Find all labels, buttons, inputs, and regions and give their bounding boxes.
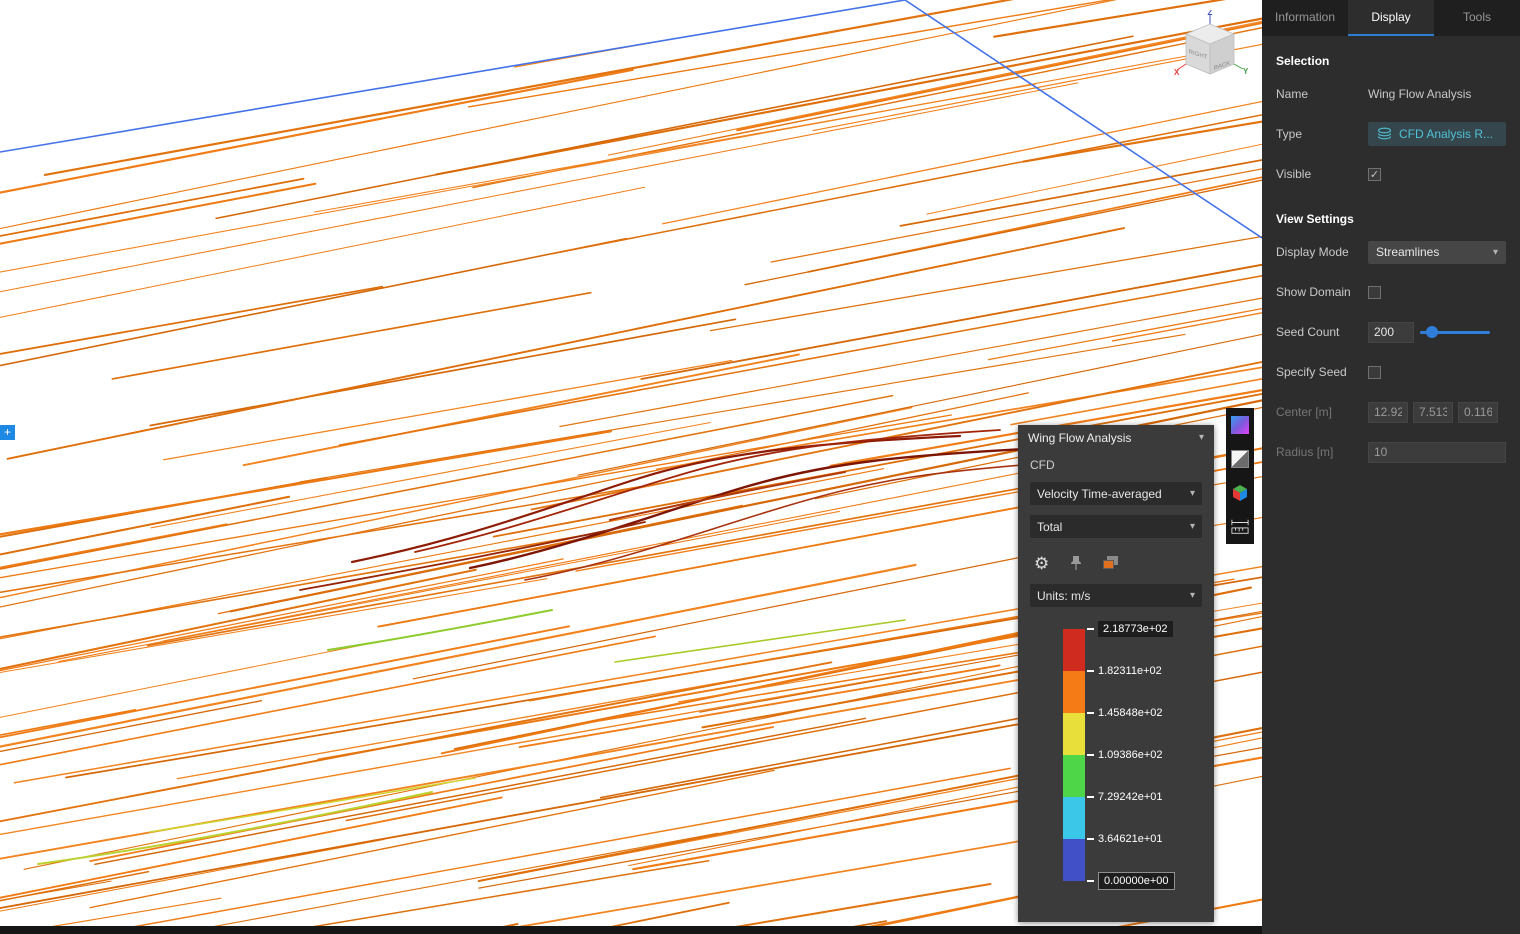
axis-y-label: Y — [1243, 67, 1249, 76]
scale-label: 1.45848e+02 — [1098, 707, 1163, 719]
color-scale-segment — [1063, 671, 1085, 713]
legend-header[interactable]: Wing Flow Analysis ▾ — [1018, 425, 1214, 450]
scale-tick — [1087, 796, 1094, 798]
scale-label: 1.82311e+02 — [1098, 665, 1162, 677]
visible-checkbox[interactable]: ✓ — [1368, 167, 1381, 181]
radius-label: Radius [m] — [1276, 445, 1334, 459]
scale-tick — [1087, 712, 1094, 714]
layers-icon — [1377, 127, 1392, 140]
panel-expand-button[interactable]: + — [0, 425, 15, 440]
viewer-toolbar — [1226, 408, 1254, 544]
contrast-icon[interactable] — [1231, 450, 1249, 468]
seed-count-row: Seed Count — [1262, 312, 1520, 352]
color-scale-segment — [1063, 797, 1085, 839]
scale-tick — [1087, 880, 1094, 882]
color-scale-segment — [1063, 839, 1085, 881]
radius-row: Radius [m] — [1262, 432, 1520, 472]
type-label: Type — [1276, 127, 1303, 141]
type-value-chip[interactable]: CFD Analysis R... — [1368, 122, 1506, 146]
field-dropdown[interactable]: Velocity Time-averaged ▾ — [1030, 482, 1202, 505]
specify-seed-row: Specify Seed — [1262, 352, 1520, 392]
color-scale-segment — [1063, 755, 1085, 797]
scale-label[interactable]: 2.18773e+02 — [1098, 621, 1173, 637]
scale-label: 3.64621e+01 — [1098, 833, 1163, 845]
colormap-icon[interactable] — [1231, 416, 1249, 434]
center-y-input[interactable] — [1413, 401, 1453, 423]
type-row: Type CFD Analysis R... — [1262, 114, 1520, 154]
display-mode-select[interactable]: Streamlines ▾ — [1368, 240, 1506, 264]
chevron-down-icon: ▾ — [1198, 432, 1204, 443]
colored-cube-icon[interactable] — [1231, 484, 1249, 502]
seed-count-slider[interactable] — [1420, 325, 1490, 339]
center-x-input[interactable] — [1368, 401, 1408, 423]
seed-count-input[interactable] — [1368, 321, 1414, 343]
legend-panel: Wing Flow Analysis ▾ CFD Velocity Time-a… — [1018, 425, 1214, 922]
legend-title: Wing Flow Analysis — [1028, 430, 1132, 445]
scale-tick — [1087, 670, 1094, 672]
axis-x-label: X — [1174, 68, 1180, 77]
name-value: Wing Flow Analysis — [1368, 87, 1472, 101]
name-label: Name — [1276, 87, 1309, 101]
tab-tools[interactable]: Tools — [1434, 0, 1520, 36]
visible-label: Visible — [1276, 167, 1312, 181]
chevron-down-icon: ▾ — [1189, 521, 1195, 532]
view-settings-section-header: View Settings — [1276, 212, 1354, 226]
seed-count-label: Seed Count — [1276, 325, 1340, 339]
color-scale: 2.18773e+02 1.82311e+02 1.45848e+02 1.09386… — [1030, 621, 1202, 893]
selection-section-header: Selection — [1276, 54, 1330, 68]
chevron-down-icon: ▾ — [1189, 488, 1195, 499]
center-row: Center [m] — [1262, 392, 1520, 432]
visible-row: Visible ✓ — [1262, 154, 1520, 194]
scale-tick — [1087, 754, 1094, 756]
ruler-scale-icon[interactable] — [1231, 518, 1249, 536]
bottom-bar — [0, 926, 1262, 934]
color-scale-bar — [1063, 629, 1085, 881]
display-mode-label: Display Mode — [1276, 245, 1349, 259]
panel-tabs: Information Display Tools — [1262, 0, 1520, 36]
scale-label[interactable]: 0.00000e+00 — [1098, 872, 1175, 890]
scale-label: 7.29242e+01 — [1098, 791, 1163, 803]
view-cube[interactable]: Z RIGHT BACK X Y — [1170, 10, 1250, 96]
type-value: CFD Analysis R... — [1399, 127, 1494, 141]
rescale-colormap-icon[interactable] — [1103, 556, 1119, 570]
app-root: Z RIGHT BACK X Y + Wing Flow Analysis ▾ … — [0, 0, 1520, 934]
color-scale-segment — [1063, 629, 1085, 671]
center-z-input[interactable] — [1458, 401, 1498, 423]
display-mode-row: Display Mode Streamlines ▾ — [1262, 232, 1520, 272]
component-dropdown[interactable]: Total ▾ — [1030, 515, 1202, 538]
name-row: Name Wing Flow Analysis — [1262, 74, 1520, 114]
specify-seed-label: Specify Seed — [1276, 365, 1347, 379]
chevron-down-icon: ▾ — [1189, 590, 1195, 601]
show-domain-label: Show Domain — [1276, 285, 1351, 299]
tab-display[interactable]: Display — [1348, 0, 1434, 36]
color-scale-segment — [1063, 713, 1085, 755]
axis-z-label: Z — [1208, 10, 1213, 17]
scale-tick — [1087, 838, 1094, 840]
radius-input[interactable] — [1368, 441, 1506, 463]
chevron-down-icon: ▾ — [1492, 246, 1498, 258]
show-domain-checkbox[interactable] — [1368, 285, 1381, 299]
settings-gear-icon[interactable]: ⚙ — [1034, 555, 1049, 572]
right-panel: Information Display Tools Selection Name… — [1262, 0, 1520, 934]
specify-seed-checkbox[interactable] — [1368, 365, 1381, 379]
scale-tick — [1087, 628, 1094, 630]
pin-icon[interactable] — [1069, 555, 1083, 571]
slider-thumb[interactable] — [1426, 326, 1438, 338]
legend-subtitle: CFD — [1030, 458, 1055, 472]
tab-information[interactable]: Information — [1262, 0, 1348, 36]
3d-viewport[interactable]: Z RIGHT BACK X Y + Wing Flow Analysis ▾ … — [0, 0, 1262, 934]
units-dropdown[interactable]: Units: m/s ▾ — [1030, 584, 1202, 607]
scale-label: 1.09386e+02 — [1098, 749, 1163, 761]
center-label: Center [m] — [1276, 405, 1333, 419]
show-domain-row: Show Domain — [1262, 272, 1520, 312]
